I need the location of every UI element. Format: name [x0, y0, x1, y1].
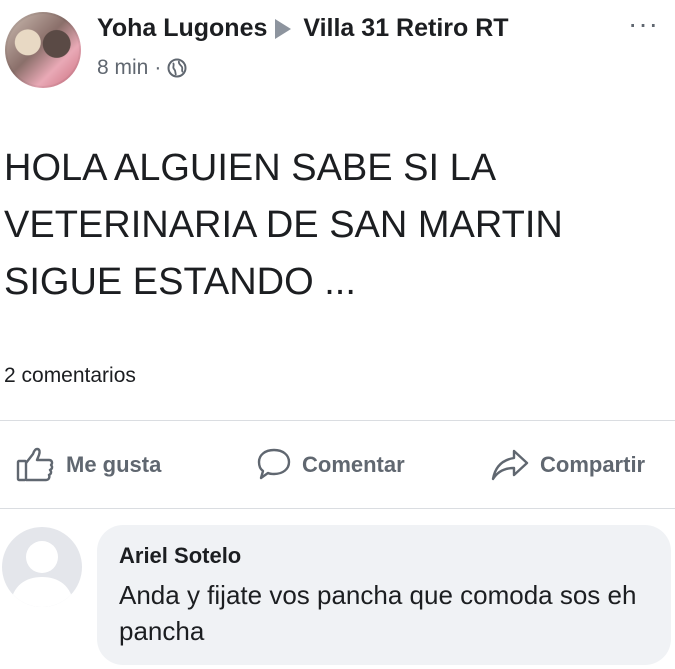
more-horizontal-icon[interactable]: ··· — [628, 10, 659, 38]
like-label: Me gusta — [66, 452, 162, 477]
share-button[interactable]: Compartir — [490, 440, 645, 490]
meta-separator: · — [154, 56, 162, 79]
author-avatar[interactable] — [5, 12, 81, 88]
default-user-icon — [10, 541, 74, 607]
post-timestamp[interactable]: 8 min — [97, 56, 148, 80]
post-body-text: HOLA ALGUIEN SABE SI LA VETERINARIA DE S… — [4, 147, 563, 303]
comments-count[interactable]: 2 comentarios — [4, 364, 136, 388]
post-meta: 8 min · — [97, 56, 187, 80]
post-header: Yoha Lugones Villa 31 Retiro RT — [97, 14, 509, 43]
commenter-name[interactable]: Ariel Sotelo — [119, 543, 241, 569]
action-bar: Me gusta Comentar Compartir — [0, 440, 675, 490]
divider-bottom — [0, 508, 675, 509]
comment-bubble: Ariel Sotelo Anda y fijate vos pancha qu… — [97, 525, 671, 665]
group-name[interactable]: Villa 31 Retiro RT — [303, 14, 508, 43]
comment-label: Comentar — [302, 452, 405, 477]
comment-button[interactable]: Comentar — [256, 440, 405, 490]
author-name[interactable]: Yoha Lugones — [97, 14, 267, 43]
share-label: Compartir — [540, 452, 646, 477]
share-arrow-icon — [491, 449, 529, 481]
like-button[interactable]: Me gusta — [16, 440, 161, 490]
comment-text: Anda y fijate vos pancha que comoda sos … — [119, 580, 637, 646]
triangle-right-icon — [275, 18, 292, 39]
thumbs-up-icon — [16, 447, 54, 482]
globe-icon[interactable] — [167, 58, 187, 78]
speech-bubble-icon — [257, 448, 291, 480]
commenter-avatar[interactable] — [2, 527, 82, 607]
divider-top — [0, 420, 675, 421]
